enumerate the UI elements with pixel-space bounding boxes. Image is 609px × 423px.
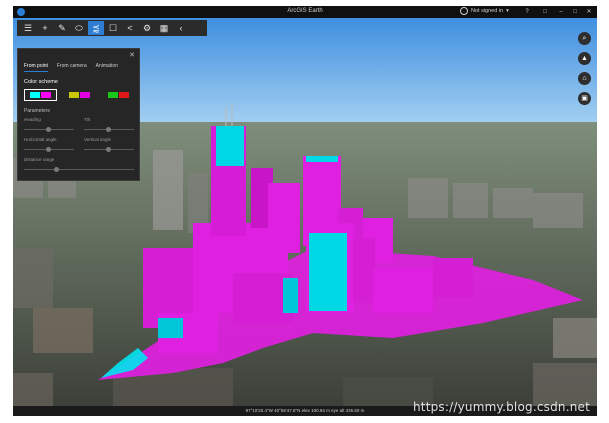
tab-animation[interactable]: Animation [96,63,118,72]
vertical-angle-label: Vertical angle [84,137,112,142]
vertical-angle-handle[interactable] [106,147,111,152]
maximize-button[interactable]: □ [570,7,580,17]
distance-range-handle[interactable] [54,167,59,172]
user-icon [460,7,468,15]
main-toolbar: ☰ + ✎ ⬭ ⪷ ☐ < ⚙ ▦ ‹ [17,20,207,36]
tilt-label: Tilt [84,117,90,122]
color-scheme-label: Color scheme [24,79,58,85]
app-window: ArcGIS Earth Not signed in ▾ ? □ – □ ✕ ⌕… [13,6,597,416]
home-icon: ⌂ [582,75,587,82]
layers-menu-icon[interactable]: ☰ [20,21,36,35]
settings-icon[interactable]: ⚙ [139,21,155,35]
help-button[interactable]: ? [522,7,532,17]
horizontal-angle-label: Horizontal angle [24,137,57,142]
color-scheme-cyan-magenta[interactable] [24,89,57,101]
viewshed-panel: ✕ From point From camera Animation Color… [17,48,140,181]
search-button[interactable]: ⌕ [578,32,591,45]
heading-label: Heading [24,117,41,122]
title-bar: ArcGIS Earth Not signed in ▾ ? □ – □ ✕ [13,6,597,18]
vertical-angle-slider[interactable] [84,147,134,152]
basemap-button[interactable]: ▣ [578,92,591,105]
window-title: ArcGIS Earth [287,8,323,14]
collapse-icon[interactable]: ‹ [173,21,189,35]
viewshed-icon[interactable]: ⪷ [88,21,104,35]
user-menu[interactable]: Not signed in ▾ [460,7,509,15]
grid-icon[interactable]: ▦ [156,21,172,35]
tilt-slider-handle[interactable] [106,127,111,132]
basemap-icon: ▣ [581,95,588,102]
tab-from-point[interactable]: From point [24,63,48,72]
compass-icon: ▲ [581,55,588,62]
share-icon[interactable]: < [122,21,138,35]
add-icon[interactable]: + [37,21,53,35]
compass-button[interactable]: ▲ [578,52,591,65]
close-icon[interactable]: ✕ [129,51,135,59]
home-button[interactable]: ⌂ [578,72,591,85]
distance-range-slider[interactable] [24,167,134,172]
heading-slider-handle[interactable] [46,127,51,132]
measure-icon[interactable]: ⬭ [71,21,87,35]
parameters-label: Parameters [24,108,50,114]
color-scheme-yellow-magenta[interactable] [63,89,96,101]
color-scheme-green-red[interactable] [102,89,135,101]
minimize-button[interactable]: – [556,7,566,17]
heading-slider[interactable] [24,127,74,132]
horizontal-angle-slider[interactable] [24,147,74,152]
distance-range-label: Distance range [24,157,55,162]
restore-layout-button[interactable]: □ [540,7,550,17]
user-label: Not signed in [471,8,504,14]
watermark: https://yummy.blog.csdn.net [413,400,591,414]
search-icon: ⌕ [582,35,587,42]
draw-icon[interactable]: ✎ [54,21,70,35]
close-button[interactable]: ✕ [584,7,594,17]
tab-from-camera[interactable]: From camera [57,63,87,72]
horizontal-angle-handle[interactable] [46,147,51,152]
chevron-down-icon: ▾ [506,8,509,14]
bookmark-icon[interactable]: ☐ [105,21,121,35]
tilt-slider[interactable] [84,127,134,132]
panel-tabs: From point From camera Animation [24,63,118,72]
